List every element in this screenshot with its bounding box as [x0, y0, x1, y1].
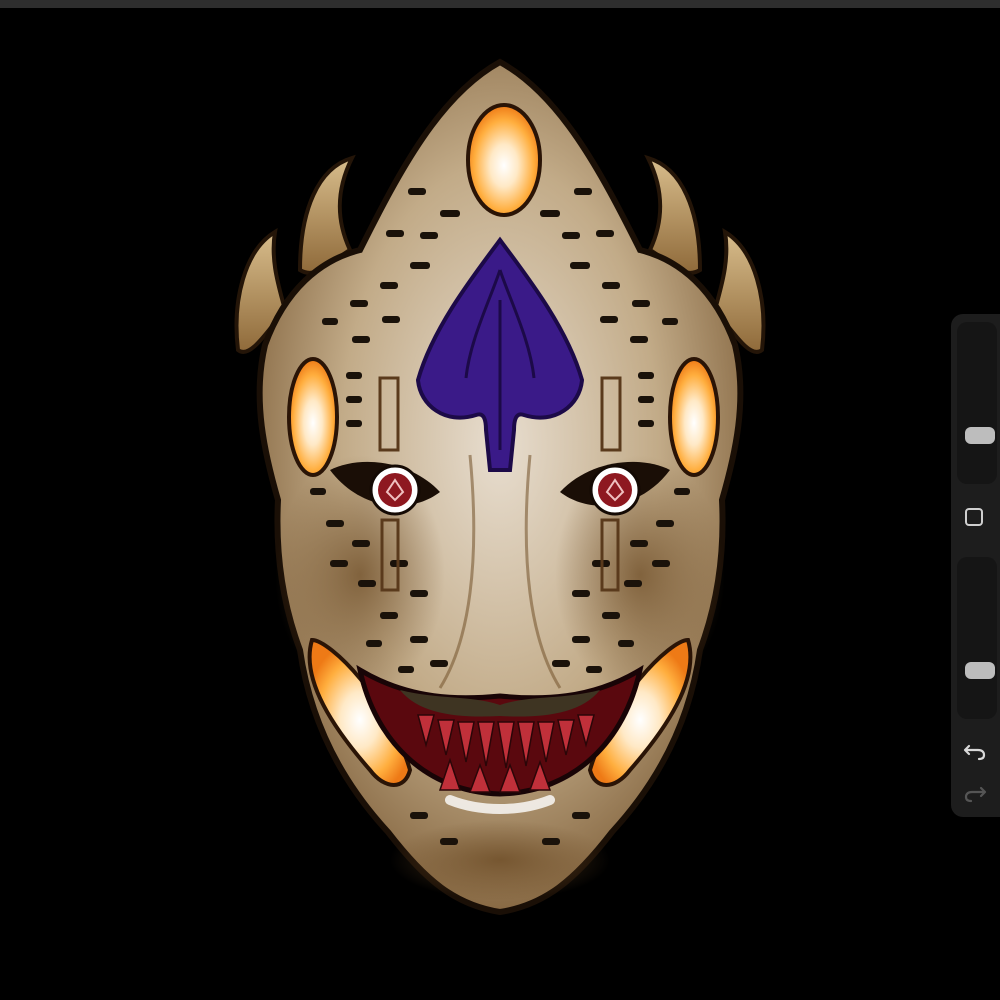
brush-size-slider-thumb[interactable] [965, 426, 995, 444]
modify-button[interactable] [965, 508, 983, 526]
redo-button[interactable] [963, 782, 987, 804]
opacity-slider[interactable] [957, 557, 997, 719]
mask-artwork [234, 58, 766, 916]
redo-arrow-icon [964, 786, 987, 803]
forehead-gem [466, 103, 542, 217]
right-temple-gem [668, 357, 720, 477]
drawing-app [0, 0, 1000, 1000]
opacity-slider-thumb[interactable] [965, 661, 995, 679]
brush-size-slider[interactable] [957, 322, 997, 484]
undo-button[interactable] [963, 740, 987, 762]
drawing-canvas[interactable] [0, 8, 1000, 1000]
top-toolbar-strip [0, 0, 1000, 8]
undo-arrow-icon [963, 744, 986, 761]
left-temple-gem [287, 357, 339, 477]
tool-sidebar [951, 314, 1000, 817]
